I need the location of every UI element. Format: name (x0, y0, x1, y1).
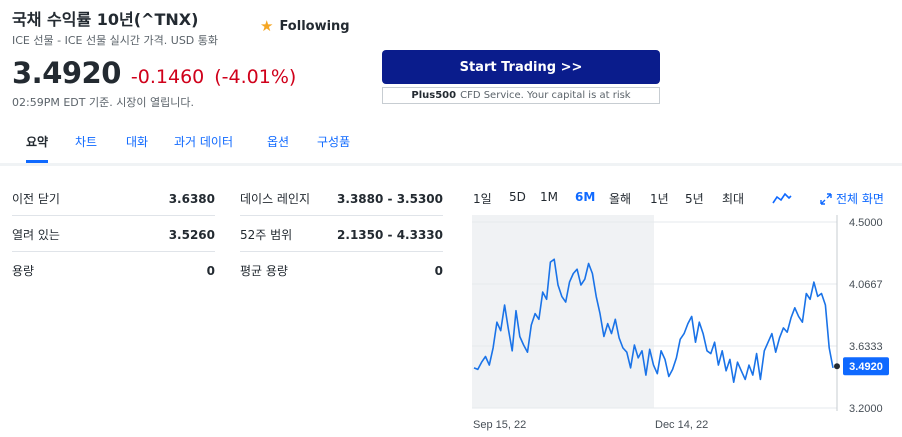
as-of-time: 02:59PM EDT 기준. 시장이 열립니다. (12, 96, 195, 109)
follow-button[interactable]: ★ Following (260, 17, 350, 35)
stat-row: 데이스 레인지 3.3880 - 3.5300 (240, 180, 443, 216)
stat-value: 3.5260 (168, 228, 215, 242)
price-change-percent: (-4.01%) (214, 66, 297, 88)
stat-value: 0 (434, 264, 443, 278)
stat-row: 열려 있는 3.5260 (12, 216, 215, 252)
x-tick-label: Sep 15, 22 (473, 419, 526, 431)
range-5d[interactable]: 5D (509, 190, 526, 204)
stat-value: 3.6380 (168, 192, 215, 206)
price-chart[interactable]: 4.5000 4.0667 3.6333 3.2000 3.4920 Sep 15, 22… (472, 215, 892, 437)
y-tick-label: 3.6333 (849, 341, 883, 353)
stat-label: 데이스 레인지 (240, 192, 311, 206)
quote-subtitle: ICE 선물 - ICE 선물 실시간 가격. USD 통화 (12, 34, 219, 47)
stat-label: 열려 있는 (12, 228, 60, 242)
stat-value: 3.3880 - 3.5300 (337, 192, 443, 206)
star-icon: ★ (260, 17, 274, 35)
current-price-dot (834, 363, 840, 370)
stat-value: 0 (206, 264, 215, 278)
fullscreen-label: 전체 화면 (836, 192, 884, 206)
stat-row: 이전 닫기 3.6380 (12, 180, 215, 216)
y-tick-label: 4.5000 (849, 217, 883, 229)
tab-components[interactable]: 구성품 (317, 133, 350, 163)
fullscreen-button[interactable]: 전체 화면 (820, 190, 884, 207)
chart-type-icon[interactable] (772, 191, 792, 205)
tab-historical-data[interactable]: 과거 데이터 (174, 133, 233, 163)
stat-label: 용량 (12, 264, 35, 278)
range-max[interactable]: 최대 (722, 190, 744, 207)
stat-row: 평균 용량 0 (240, 252, 443, 288)
promo-disclaimer-text: CFD Service. Your capital is at risk (460, 90, 631, 101)
tab-summary[interactable]: 요약 (26, 133, 49, 163)
stat-row: 용량 0 (12, 252, 215, 288)
stat-value: 2.1350 - 4.3330 (337, 228, 443, 242)
range-1d[interactable]: 1일 (473, 190, 492, 207)
range-1y[interactable]: 1년 (650, 190, 669, 207)
tab-chart[interactable]: 차트 (75, 133, 97, 163)
promo-disclaimer: Plus500 CFD Service. Your capital is at … (382, 87, 660, 104)
stat-label: 이전 닫기 (12, 192, 60, 206)
x-tick-label: Dec 14, 22 (655, 419, 708, 431)
stat-row: 52주 범위 2.1350 - 4.3330 (240, 216, 443, 252)
current-price: 3.4920 (12, 56, 121, 90)
tab-conversations[interactable]: 대화 (126, 133, 148, 163)
quote-title: 국채 수익률 10년(^TNX) (12, 10, 199, 29)
price-row: 3.4920 -0.1460 (-4.01%) (12, 56, 296, 90)
expand-icon (820, 192, 832, 205)
range-5y[interactable]: 5년 (685, 190, 704, 207)
price-change: -0.1460 (130, 66, 205, 88)
range-ytd[interactable]: 올해 (609, 190, 631, 207)
start-trading-button[interactable]: Start Trading >> (382, 50, 660, 84)
y-tick-label: 4.0667 (849, 279, 883, 291)
promo-brand: Plus500 (411, 90, 457, 101)
quote-header: 국채 수익률 10년(^TNX) ICE 선물 - ICE 선물 실시간 가격.… (12, 6, 218, 48)
current-price-label: 3.4920 (849, 361, 883, 373)
stat-label: 평균 용량 (240, 264, 288, 278)
stat-label: 52주 범위 (240, 228, 293, 242)
quote-tabs: 요약 차트 대화 과거 데이터 옵션 구성품 (0, 124, 902, 166)
tab-options[interactable]: 옵션 (267, 133, 289, 163)
y-tick-label: 3.2000 (849, 403, 883, 415)
shaded-period (472, 215, 654, 408)
follow-label: Following (279, 18, 350, 34)
range-6m[interactable]: 6M (575, 190, 595, 204)
range-1m[interactable]: 1M (540, 190, 558, 204)
